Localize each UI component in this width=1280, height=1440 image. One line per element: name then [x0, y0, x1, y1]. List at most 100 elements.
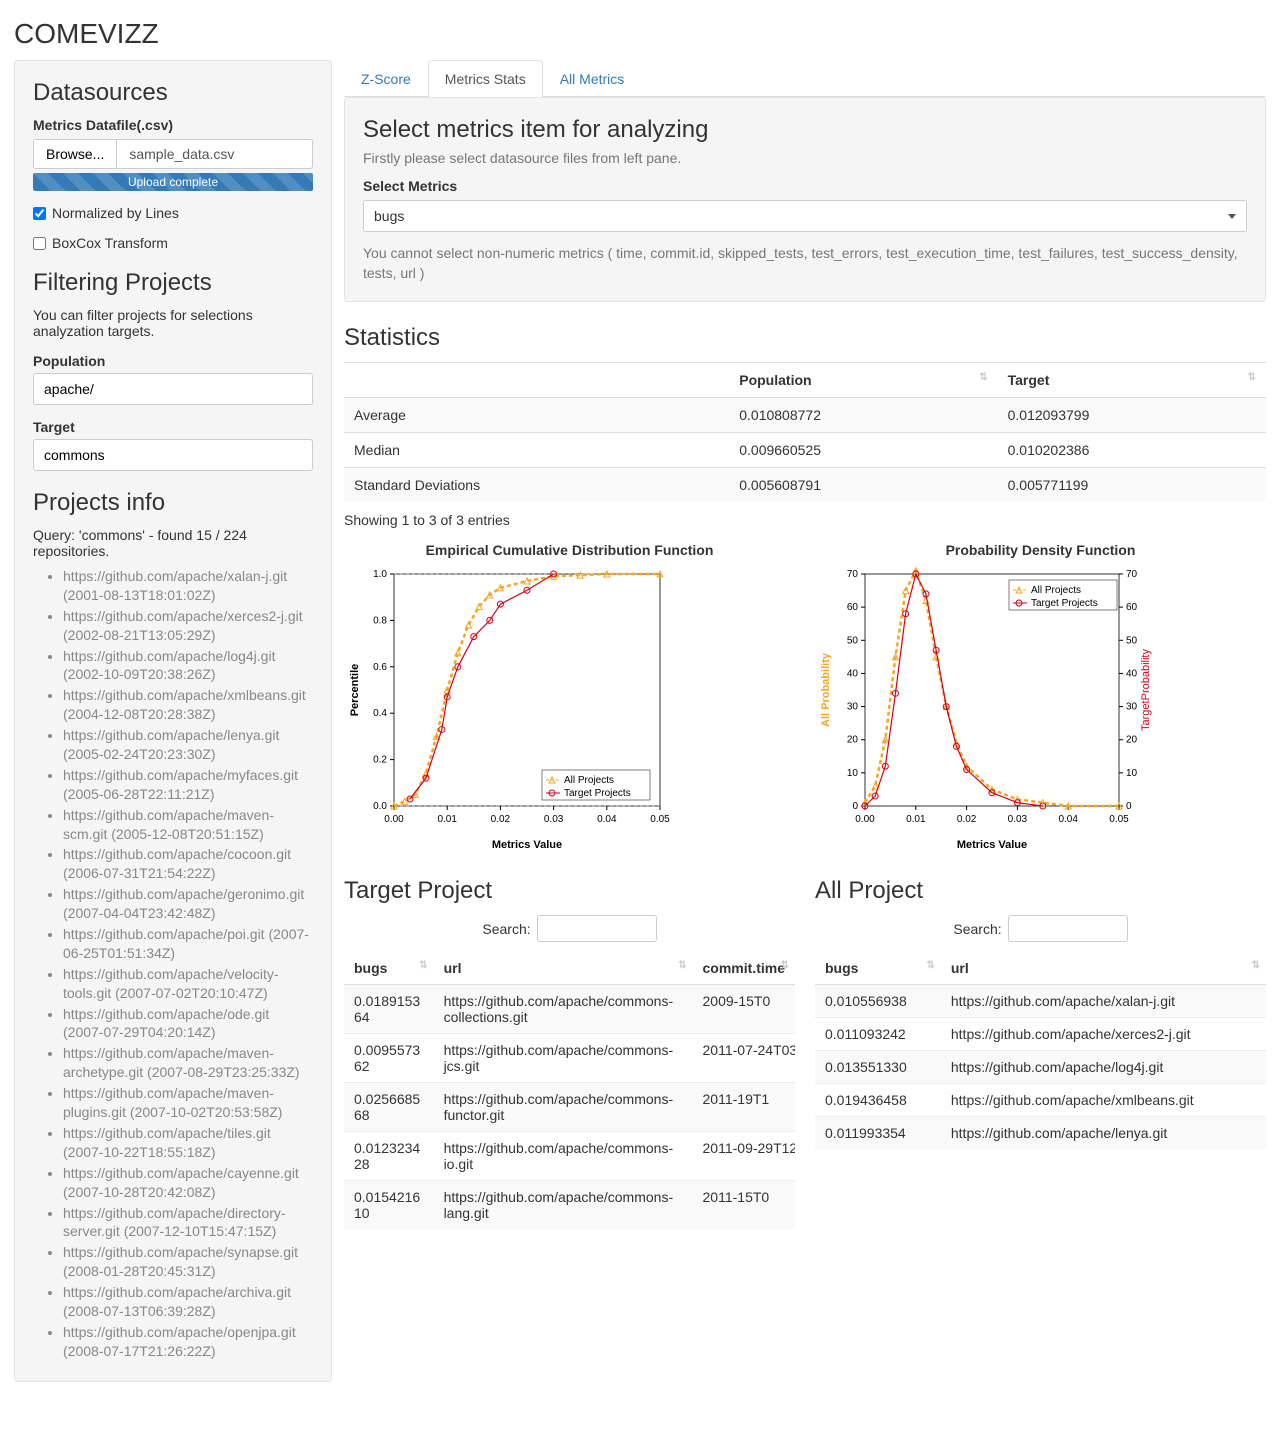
datasources-heading: Datasources	[33, 79, 313, 107]
upload-progress: Upload complete	[33, 173, 313, 191]
panel-title: Select metrics item for analyzing	[363, 116, 1247, 144]
table-row: 0.018915364https://github.com/apache/com…	[344, 985, 795, 1034]
svg-text:20: 20	[847, 735, 859, 746]
table-row: 0.010556938https://github.com/apache/xal…	[815, 985, 1266, 1018]
svg-text:40: 40	[1126, 669, 1138, 680]
app-title: COMEVIZZ	[0, 0, 1280, 60]
svg-text:0.6: 0.6	[373, 662, 387, 673]
list-item: https://github.com/apache/openjpa.git (2…	[63, 1323, 313, 1361]
svg-text:0.05: 0.05	[650, 814, 670, 825]
list-item: https://github.com/apache/log4j.git (200…	[63, 647, 313, 685]
list-item: https://github.com/apache/lenya.git (200…	[63, 726, 313, 764]
stats-table: Population⇅Target⇅ Average0.0108087720.0…	[344, 362, 1266, 502]
tab-all-metrics[interactable]: All Metrics	[543, 60, 642, 97]
list-item: https://github.com/apache/ode.git (2007-…	[63, 1005, 313, 1043]
svg-text:0.01: 0.01	[906, 814, 926, 825]
pdf-title: Probability Density Function	[815, 542, 1266, 558]
list-item: https://github.com/apache/archiva.git (2…	[63, 1283, 313, 1321]
svg-text:All Projects: All Projects	[564, 775, 614, 786]
svg-text:0.04: 0.04	[597, 814, 617, 825]
metrics-select[interactable]: bugs	[363, 200, 1247, 232]
population-label: Population	[33, 353, 313, 369]
table-row: Standard Deviations0.0056087910.00577119…	[344, 468, 1266, 503]
select-panel: Select metrics item for analyzing Firstl…	[344, 97, 1266, 302]
metrics-select-value: bugs	[374, 208, 404, 224]
select-metrics-label: Select Metrics	[363, 178, 1247, 194]
metrics-note: You cannot select non-numeric metrics ( …	[363, 244, 1247, 283]
list-item: https://github.com/apache/velocity-tools…	[63, 965, 313, 1003]
boxcox-checkbox[interactable]	[33, 237, 46, 250]
table-header[interactable]: bugs⇅	[344, 952, 434, 985]
table-header[interactable]: Target⇅	[998, 363, 1266, 398]
list-item: https://github.com/apache/directory-serv…	[63, 1204, 313, 1242]
target-search-input[interactable]	[537, 915, 657, 942]
tabs: Z-Score Metrics Stats All Metrics	[344, 60, 1266, 97]
target-search-label: Search:	[482, 921, 530, 937]
svg-text:50: 50	[847, 635, 859, 646]
list-item: https://github.com/apache/synapse.git (2…	[63, 1243, 313, 1281]
list-item: https://github.com/apache/cayenne.git (2…	[63, 1164, 313, 1202]
svg-text:0: 0	[852, 801, 858, 812]
ecdf-chart: 0.000.010.020.030.040.050.00.20.40.60.81…	[344, 564, 674, 854]
table-header[interactable]: commit.time⇅	[693, 952, 795, 985]
list-item: https://github.com/apache/geronimo.git (…	[63, 885, 313, 923]
svg-text:60: 60	[847, 602, 859, 613]
svg-text:0.04: 0.04	[1058, 814, 1078, 825]
list-item: https://github.com/apache/myfaces.git (2…	[63, 766, 313, 804]
svg-text:Target Projects: Target Projects	[1031, 598, 1098, 609]
projects-heading: Projects info	[33, 489, 313, 517]
svg-text:0.00: 0.00	[855, 814, 875, 825]
table-row: 0.009557362https://github.com/apache/com…	[344, 1034, 795, 1083]
browse-button[interactable]: Browse...	[34, 140, 117, 168]
table-header[interactable]: Population⇅	[729, 363, 997, 398]
normalized-label: Normalized by Lines	[52, 205, 179, 221]
target-input[interactable]	[33, 439, 313, 471]
svg-text:0.00: 0.00	[384, 814, 404, 825]
table-row: 0.015421610https://github.com/apache/com…	[344, 1181, 795, 1230]
projects-list: https://github.com/apache/xalan-j.git (2…	[33, 567, 313, 1361]
svg-text:0.02: 0.02	[491, 814, 511, 825]
svg-text:0.8: 0.8	[373, 616, 387, 627]
table-header[interactable]: url⇅	[434, 952, 693, 985]
table-row: 0.011993354https://github.com/apache/len…	[815, 1117, 1266, 1150]
ecdf-title: Empirical Cumulative Distribution Functi…	[344, 542, 795, 558]
tab-metrics-stats[interactable]: Metrics Stats	[428, 60, 543, 97]
table-header[interactable]: url⇅	[941, 952, 1266, 985]
list-item: https://github.com/apache/xerces2-j.git …	[63, 607, 313, 645]
datafile-label: Metrics Datafile(.csv)	[33, 117, 313, 133]
svg-text:0.01: 0.01	[437, 814, 457, 825]
file-name: sample_data.csv	[117, 140, 312, 168]
svg-text:0.0: 0.0	[373, 801, 387, 812]
svg-text:0.03: 0.03	[544, 814, 564, 825]
stats-showing: Showing 1 to 3 of 3 entries	[344, 512, 1266, 528]
panel-subtitle: Firstly please select datasource files f…	[363, 150, 1247, 166]
table-row: 0.011093242https://github.com/apache/xer…	[815, 1018, 1266, 1051]
table-header[interactable]: bugs⇅	[815, 952, 941, 985]
sidebar: Datasources Metrics Datafile(.csv) Brows…	[14, 60, 332, 1382]
all-search-input[interactable]	[1008, 915, 1128, 942]
svg-text:Metrics Value: Metrics Value	[957, 839, 1027, 851]
svg-text:0.2: 0.2	[373, 755, 387, 766]
list-item: https://github.com/apache/tiles.git (200…	[63, 1124, 313, 1162]
table-header[interactable]	[344, 363, 729, 398]
all-project-heading: All Project	[815, 877, 1266, 905]
tab-zscore[interactable]: Z-Score	[344, 60, 428, 97]
svg-text:10: 10	[847, 768, 859, 779]
table-row: Median0.0096605250.010202386	[344, 433, 1266, 468]
svg-text:70: 70	[847, 569, 859, 580]
normalized-checkbox[interactable]	[33, 207, 46, 220]
svg-text:10: 10	[1126, 768, 1138, 779]
svg-text:0.03: 0.03	[1008, 814, 1028, 825]
list-item: https://github.com/apache/poi.git (2007-…	[63, 925, 313, 963]
chevron-down-icon	[1228, 214, 1236, 219]
svg-text:30: 30	[847, 702, 859, 713]
table-row: Average0.0108087720.012093799	[344, 398, 1266, 433]
svg-text:0: 0	[1126, 801, 1132, 812]
target-label: Target	[33, 419, 313, 435]
file-input-row: Browse... sample_data.csv	[33, 139, 313, 169]
svg-text:0.02: 0.02	[957, 814, 977, 825]
all-search-label: Search:	[953, 921, 1001, 937]
table-row: 0.025668568https://github.com/apache/com…	[344, 1083, 795, 1132]
population-input[interactable]	[33, 373, 313, 405]
table-row: 0.013551330https://github.com/apache/log…	[815, 1051, 1266, 1084]
